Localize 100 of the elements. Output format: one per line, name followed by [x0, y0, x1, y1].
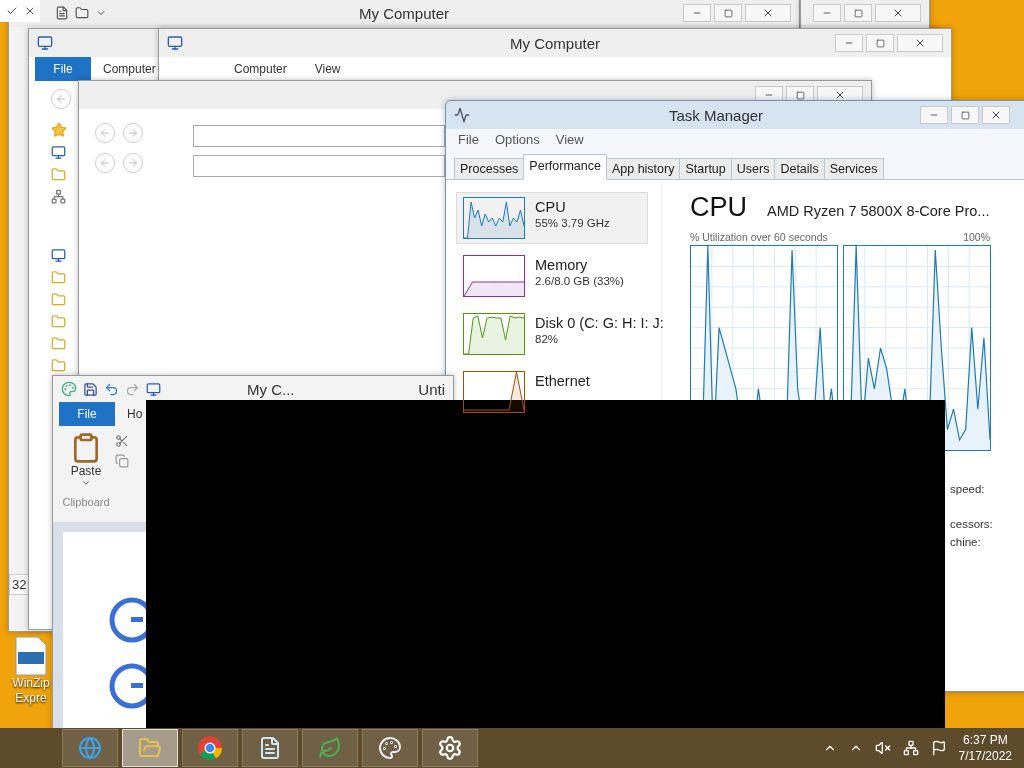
window-title: My Computer: [359, 4, 449, 22]
maximize-button[interactable]: [714, 4, 742, 22]
tab[interactable]: App history: [605, 158, 681, 179]
star-icon: [51, 122, 67, 138]
menu-item[interactable]: View: [555, 132, 584, 147]
undo-icon[interactable]: [104, 381, 119, 397]
arrow-left-icon: [99, 127, 111, 139]
check-icon[interactable]: [6, 5, 18, 17]
menu-item[interactable]: File: [458, 132, 479, 147]
notepad-icon: [258, 736, 282, 760]
network-icon[interactable]: [902, 740, 919, 756]
menu-item[interactable]: Options: [494, 132, 540, 147]
tab[interactable]: Details: [774, 158, 825, 179]
close-icon: [762, 7, 774, 19]
ribbon-tab[interactable]: Computer: [91, 57, 156, 81]
graph-caption: % Utilization over 60 seconds: [690, 231, 828, 243]
resource-item[interactable]: CPU 55% 3.79 GHz: [456, 192, 648, 244]
shortcut-label: Expre: [15, 691, 47, 706]
minimize-button[interactable]: [920, 106, 948, 124]
tab[interactable]: Startup: [679, 158, 732, 179]
ribbon-tab[interactable]: File: [35, 57, 91, 81]
stat-label: chine:: [950, 535, 981, 550]
folder-icon: [51, 314, 66, 329]
cpu-model: AMD Ryzen 7 5800X 8-Core Pro...: [767, 203, 990, 219]
close-button[interactable]: [982, 106, 1010, 124]
properties-icon[interactable]: [55, 6, 69, 20]
close-icon: [914, 37, 926, 49]
address-field[interactable]: [193, 125, 445, 147]
computer-icon: [37, 35, 53, 51]
resource-name: Disk 0 (C: G: H: I: J:: [535, 315, 664, 331]
back-button[interactable]: [51, 89, 71, 109]
minimize-button[interactable]: [813, 4, 841, 22]
globe-icon: [78, 736, 102, 760]
taskbar-app[interactable]: [422, 729, 478, 767]
paste-button[interactable]: Paste: [70, 432, 102, 488]
close-icon: [892, 7, 904, 19]
tab[interactable]: Processes: [454, 158, 525, 179]
arrow-left-icon: [55, 93, 67, 105]
monitor-icon: [51, 145, 66, 160]
computer-icon: [167, 35, 183, 51]
stat-label: speed:: [950, 482, 985, 497]
window-title: Unti: [418, 380, 445, 398]
window-title: Task Manager: [668, 106, 764, 124]
flag-icon[interactable]: [930, 740, 947, 756]
close-icon: [834, 89, 846, 101]
folder-icon: [51, 292, 66, 307]
maximize-icon: [723, 8, 733, 18]
maximize-icon: [795, 90, 805, 100]
clock[interactable]: 6:37 PM 7/17/2022: [958, 732, 1012, 764]
pdf-file-icon: [14, 636, 48, 676]
ribbon-tab[interactable]: File: [59, 402, 115, 426]
cpu-heading: CPU: [690, 192, 747, 223]
maximize-icon: [853, 8, 863, 18]
resource-name: Memory: [535, 257, 589, 273]
status-number: 32: [9, 574, 29, 595]
leaf-icon: [318, 736, 342, 760]
resource-detail: 55% 3.79 GHz: [535, 217, 610, 229]
forward-button[interactable]: [123, 123, 143, 143]
arrow-left-icon: [99, 157, 111, 169]
palette-icon: [378, 736, 402, 760]
back-button[interactable]: [95, 153, 115, 173]
save-icon[interactable]: [83, 381, 98, 397]
taskbar-app[interactable]: [242, 729, 298, 767]
maximize-icon: [875, 38, 885, 48]
forward-button[interactable]: [123, 153, 143, 173]
computer-icon: [146, 381, 161, 397]
taskbar-app[interactable]: [182, 729, 238, 767]
ribbon-tab[interactable]: Computer: [222, 57, 287, 81]
caret-icon: [81, 478, 91, 488]
maximize-button[interactable]: [866, 34, 894, 52]
palette-icon: [61, 381, 77, 397]
copy-icon[interactable]: [115, 454, 129, 468]
resource-item[interactable]: Memory 2.6/8.0 GB (33%): [456, 250, 648, 302]
minimize-button[interactable]: [835, 34, 863, 52]
tab[interactable]: Services: [823, 158, 884, 179]
minimize-button[interactable]: [683, 4, 711, 22]
arrow-right-icon: [127, 157, 139, 169]
folder-icon: [51, 167, 66, 182]
window-title: My Computer: [510, 34, 600, 52]
ribbon-tab[interactable]: Ho: [115, 402, 143, 426]
network-icon: [51, 189, 66, 204]
settings-icon: [437, 735, 463, 761]
maximize-button[interactable]: [844, 4, 872, 22]
ribbon-tab[interactable]: View: [302, 57, 341, 81]
chrome-icon: [197, 735, 223, 761]
tab[interactable]: Performance: [523, 154, 607, 180]
back-button[interactable]: [95, 123, 115, 143]
close-icon[interactable]: [24, 5, 36, 17]
resource-item[interactable]: Disk 0 (C: G: H: I: J: 82%: [456, 308, 671, 360]
address-field[interactable]: [193, 155, 445, 177]
redo-icon[interactable]: [125, 381, 140, 397]
taskbar-app[interactable]: [362, 729, 418, 767]
resource-name: CPU: [535, 199, 567, 215]
tab[interactable]: Users: [730, 158, 776, 179]
close-icon: [990, 109, 1002, 121]
volume-muted-icon[interactable]: [874, 740, 891, 756]
folder-icon: [51, 270, 66, 285]
scissors-icon[interactable]: [115, 434, 129, 448]
monitor-icon: [51, 248, 66, 263]
folder-icon[interactable]: [75, 6, 89, 20]
